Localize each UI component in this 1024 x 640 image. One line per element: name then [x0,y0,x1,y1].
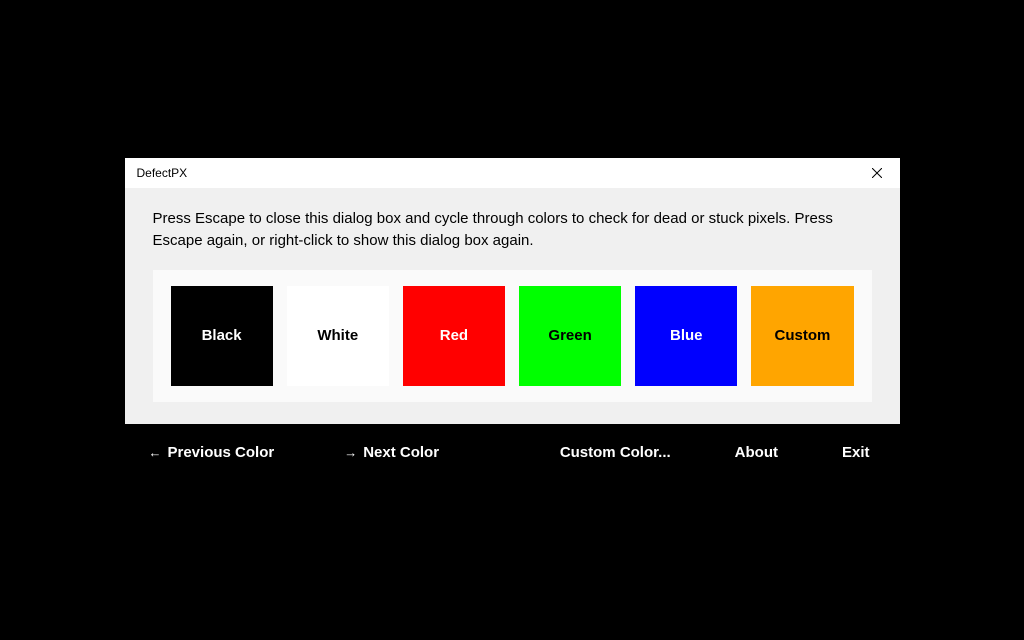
window-title: DefectPX [137,166,188,180]
swatch-white[interactable]: White [287,286,389,386]
dialog-window: DefectPX Press Escape to close this dial… [125,158,900,482]
arrow-left-icon: ← [149,445,162,460]
swatch-custom[interactable]: Custom [751,286,853,386]
exit-button[interactable]: Exit [842,444,870,461]
swatch-container: Black White Red Green Blue Custom [153,270,872,402]
custom-color-label: Custom Color... [560,444,671,461]
next-color-button[interactable]: → Next Color [344,444,439,461]
close-icon [872,168,882,178]
exit-label: Exit [842,444,870,461]
previous-color-button[interactable]: ← Previous Color [149,444,275,461]
dialog-content: Press Escape to close this dialog box an… [125,188,900,424]
next-color-label: Next Color [363,444,439,461]
arrow-right-icon: → [344,445,357,460]
bottombar: ← Previous Color → Next Color Custom Col… [125,424,900,482]
previous-color-label: Previous Color [168,444,275,461]
about-label: About [735,444,778,461]
swatch-black[interactable]: Black [171,286,273,386]
close-button[interactable] [855,158,900,188]
swatch-red[interactable]: Red [403,286,505,386]
swatch-green[interactable]: Green [519,286,621,386]
titlebar: DefectPX [125,158,900,188]
custom-color-button[interactable]: Custom Color... [560,444,671,461]
about-button[interactable]: About [735,444,778,461]
swatch-blue[interactable]: Blue [635,286,737,386]
instruction-text: Press Escape to close this dialog box an… [153,208,872,252]
